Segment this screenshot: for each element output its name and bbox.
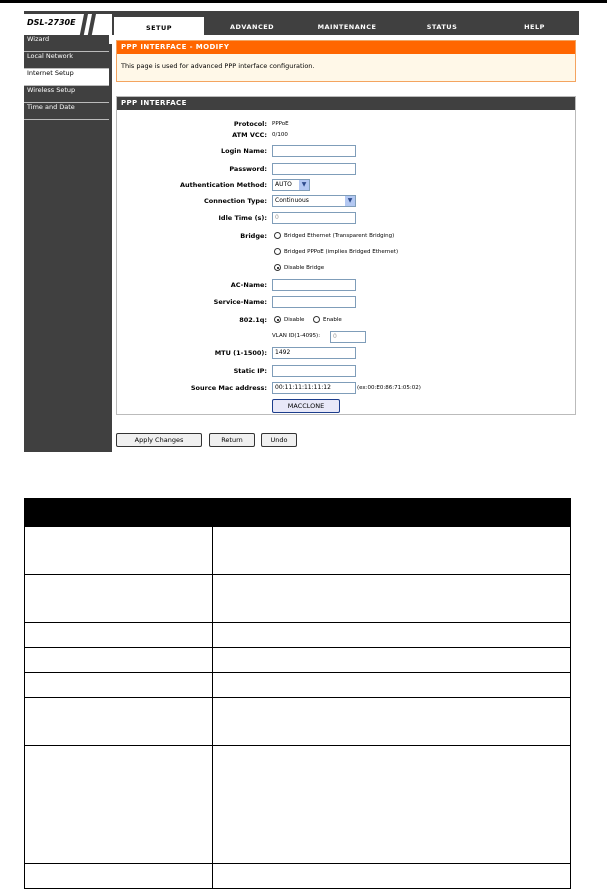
table-row: [24, 672, 571, 698]
bridge-option-ethernet: Bridged Ethernet (Transparent Bridging): [284, 233, 395, 239]
table-row: [24, 622, 571, 648]
8021q-enable-text: Enable: [323, 317, 342, 323]
table-row: [24, 574, 571, 623]
login-name-label: Login Name:: [221, 147, 267, 155]
sidebar-item-internet-setup[interactable]: Internet Setup: [24, 69, 109, 86]
undo-button[interactable]: Undo: [261, 433, 297, 447]
bridge-radio-pppoe[interactable]: [274, 248, 281, 255]
page-top-rule: [0, 0, 607, 3]
sidebar-item-time-and-date[interactable]: Time and Date: [24, 103, 109, 120]
connection-type-label: Connection Type:: [203, 197, 267, 205]
apply-changes-button[interactable]: Apply Changes: [116, 433, 202, 447]
table-cell: [212, 526, 571, 575]
vlan-id-label: VLAN ID(1-4095):: [272, 333, 321, 339]
bridge-option-pppoe: Bridged PPPoE (implies Bridged Ethernet): [284, 249, 399, 255]
table-cell: [24, 526, 213, 575]
mtu-input[interactable]: 1492: [272, 347, 356, 359]
table-header-cell: [212, 498, 571, 527]
macclone-button[interactable]: MACCLONE: [272, 399, 340, 413]
auth-method-value: AUTO: [275, 181, 292, 188]
table-row: [24, 745, 571, 864]
router-screenshot: DSL-2730E SETUP ADVANCED MAINTENANCE STA…: [24, 11, 579, 452]
service-name-input[interactable]: [272, 296, 356, 308]
table-cell: [212, 672, 571, 698]
8021q-disable-text: Disable: [284, 317, 305, 323]
static-ip-input[interactable]: [272, 365, 356, 377]
tab-status[interactable]: STATUS: [397, 19, 487, 35]
bridge-radio-disable[interactable]: [274, 264, 281, 271]
atm-vcc-value: 0/100: [272, 132, 288, 138]
ppp-interface-title: PPP INTERFACE: [117, 97, 575, 110]
ac-name-label: AC-Name:: [230, 281, 267, 289]
idle-time-label: Idle Time (s):: [218, 214, 268, 222]
chevron-down-icon: ▼: [345, 196, 355, 206]
bridge-radio-ethernet[interactable]: [274, 232, 281, 239]
bridge-label: Bridge:: [240, 232, 267, 240]
sidebar: Wizard Local Network Internet Setup Wire…: [24, 35, 109, 452]
table-cell: [212, 697, 571, 746]
connection-type-select[interactable]: Continuous ▼: [272, 195, 356, 207]
modify-panel: PPP INTERFACE - MODIFY This page is used…: [116, 40, 576, 82]
source-mac-example: (ex:00:E0:86:71:05:02): [357, 385, 421, 391]
static-ip-label: Static IP:: [233, 367, 267, 375]
table-cell: [24, 745, 213, 864]
connection-type-value: Continuous: [275, 197, 309, 204]
table-header-cell: [24, 498, 213, 527]
ac-name-input[interactable]: [272, 279, 356, 291]
auth-method-select[interactable]: AUTO ▼: [272, 179, 310, 191]
service-name-label: Service-Name:: [213, 298, 267, 306]
modify-title: PPP INTERFACE - MODIFY: [117, 41, 575, 54]
source-mac-input[interactable]: 00:11:11:11:11:12: [272, 382, 356, 394]
ppp-interface-panel: PPP INTERFACE Protocol: PPPoE ATM VCC: 0…: [116, 96, 576, 415]
tab-advanced[interactable]: ADVANCED: [207, 19, 297, 35]
table-cell: [212, 622, 571, 648]
tab-maintenance[interactable]: MAINTENANCE: [300, 19, 394, 35]
vlan-id-input[interactable]: 0: [330, 331, 366, 343]
mtu-label: MTU (1-1500):: [214, 349, 267, 357]
8021q-radio-disable[interactable]: [274, 316, 281, 323]
table-cell: [24, 647, 213, 673]
8021q-radio-enable[interactable]: [313, 316, 320, 323]
sidebar-item-wizard[interactable]: Wizard: [24, 35, 109, 52]
table-row: [24, 647, 571, 673]
table-cell: [24, 672, 213, 698]
idle-time-input[interactable]: 0: [272, 212, 356, 224]
password-label: Password:: [229, 165, 267, 173]
sidebar-item-local-network[interactable]: Local Network: [24, 52, 109, 69]
table-row: [24, 697, 571, 746]
table-row: [24, 526, 571, 575]
auth-method-label: Authentication Method:: [179, 181, 267, 189]
table-row: [24, 863, 571, 889]
bridge-option-disable: Disable Bridge: [284, 265, 325, 271]
table-cell: [24, 697, 213, 746]
table-cell: [212, 647, 571, 673]
return-button[interactable]: Return: [209, 433, 255, 447]
sidebar-item-wireless-setup[interactable]: Wireless Setup: [24, 86, 109, 103]
login-name-input[interactable]: [272, 145, 356, 157]
protocol-label: Protocol:: [233, 120, 267, 128]
table-header-row: [24, 498, 571, 527]
chevron-down-icon: ▼: [299, 180, 309, 190]
main-content: PPP INTERFACE - MODIFY This page is used…: [112, 35, 579, 452]
atm-vcc-label: ATM VCC:: [232, 131, 267, 139]
table-cell: [24, 622, 213, 648]
protocol-value: PPPoE: [272, 121, 289, 127]
table-cell: [212, 745, 571, 864]
table-cell: [24, 574, 213, 623]
table-cell: [212, 863, 571, 889]
8021q-label: 802.1q:: [239, 316, 267, 324]
password-input[interactable]: [272, 163, 356, 175]
table-cell: [24, 863, 213, 889]
parameter-table: [24, 498, 571, 889]
table-cell: [212, 574, 571, 623]
modify-description: This page is used for advanced PPP inter…: [121, 62, 315, 70]
tab-help[interactable]: HELP: [490, 19, 579, 35]
source-mac-label: Source Mac address:: [190, 384, 267, 392]
